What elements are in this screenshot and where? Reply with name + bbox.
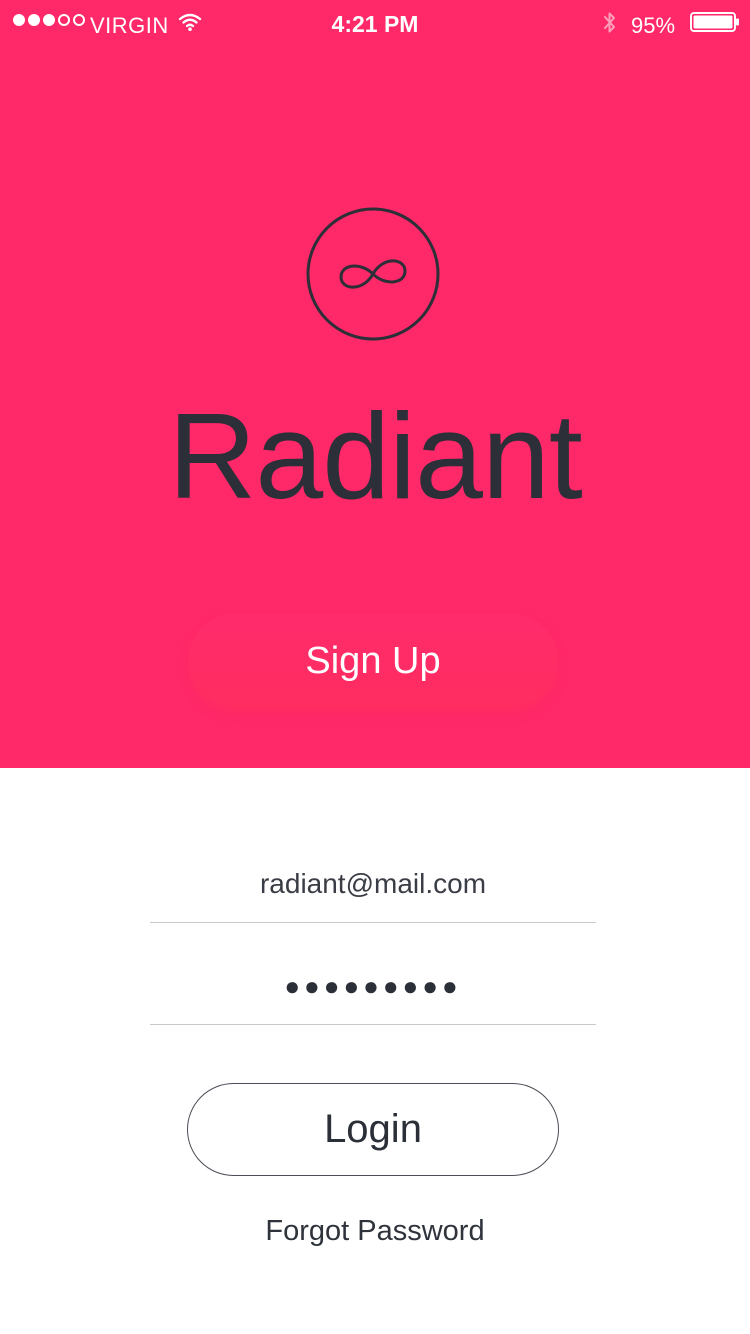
app-title: Radiant [168,388,583,524]
hero-section: VIRGIN 4:21 PM 95% Radiant Sign Up [0,0,750,768]
email-field[interactable]: radiant@mail.com [150,846,596,923]
forgot-password-link[interactable]: Forgot Password [0,1215,750,1248]
status-bar: VIRGIN 4:21 PM 95% [0,0,750,48]
battery-icon [690,12,739,32]
login-button[interactable]: Login [187,1083,559,1176]
password-field[interactable]: ●●●●●●●●● [150,948,596,1025]
sign-up-button[interactable]: Sign Up [188,614,558,708]
bluetooth-icon [604,12,615,33]
battery-percent: 95% [631,13,676,38]
infinity-loop-circle-icon [306,207,440,341]
